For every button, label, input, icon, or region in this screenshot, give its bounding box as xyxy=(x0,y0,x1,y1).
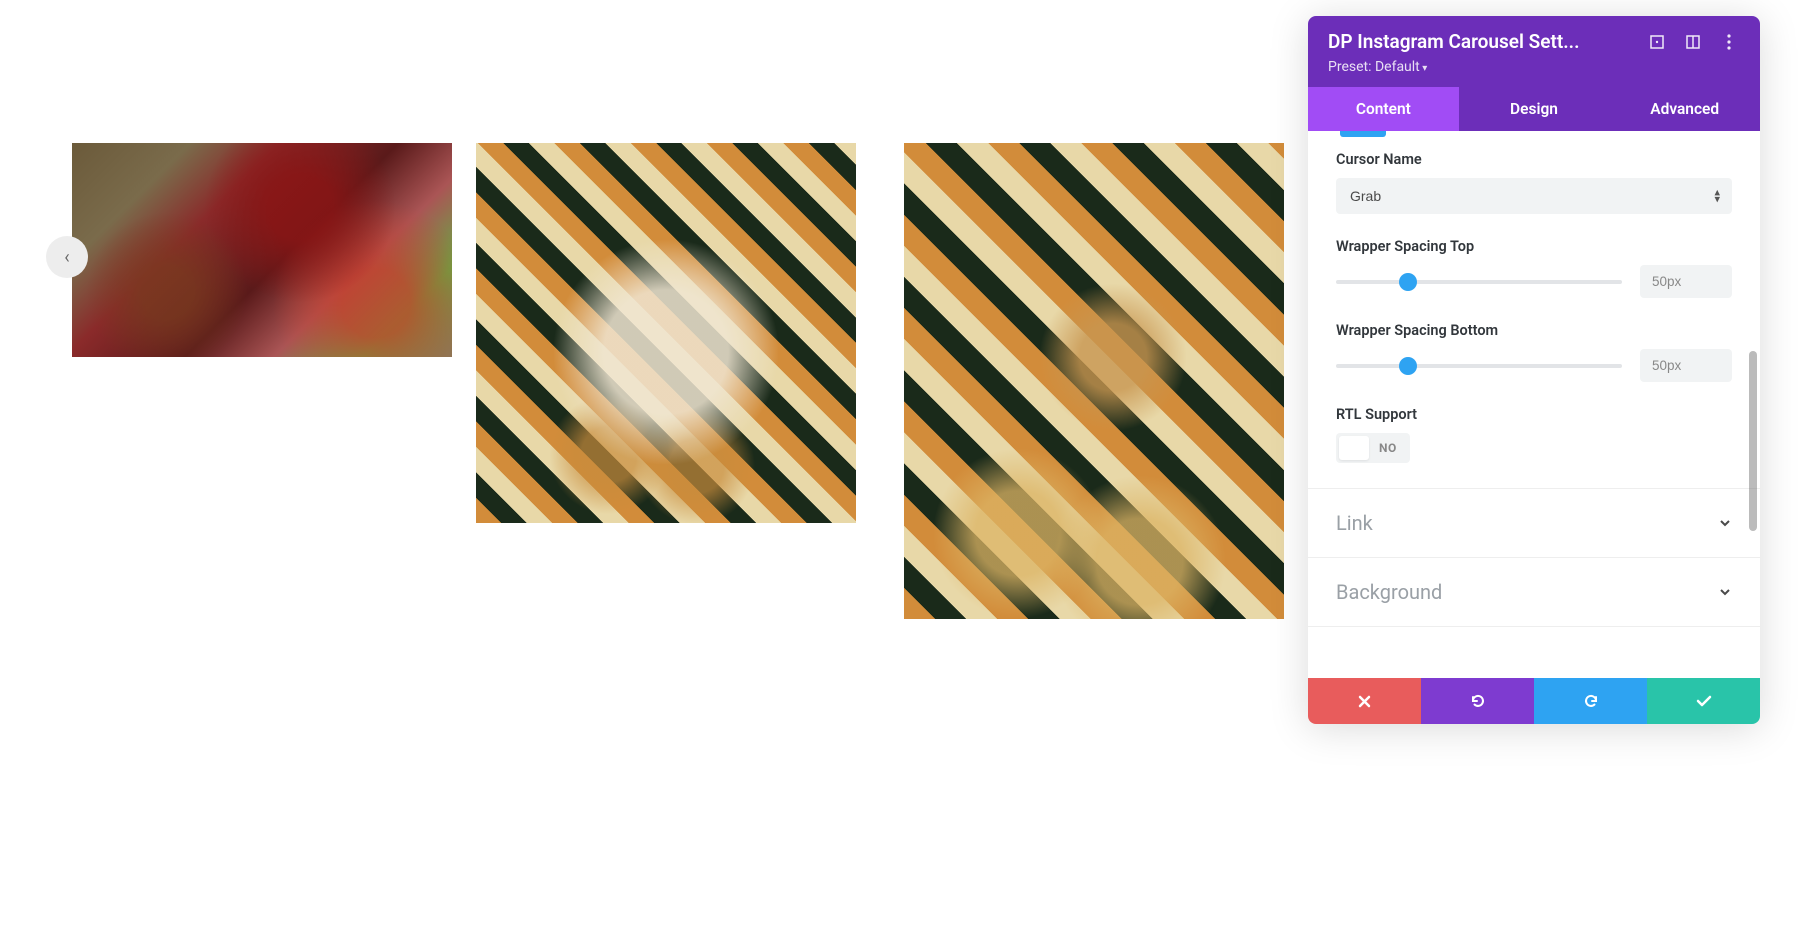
wrapper-bottom-slider[interactable] xyxy=(1336,364,1622,368)
panel-title: DP Instagram Carousel Sett... xyxy=(1328,30,1632,53)
wrapper-top-label: Wrapper Spacing Top xyxy=(1336,238,1732,255)
wrapper-top-value[interactable] xyxy=(1640,265,1732,298)
field-wrapper-spacing-top: Wrapper Spacing Top xyxy=(1336,238,1732,298)
slider-thumb[interactable] xyxy=(1399,357,1417,375)
accordion-link[interactable]: Link xyxy=(1308,488,1760,557)
panel-header[interactable]: DP Instagram Carousel Sett... Preset: De… xyxy=(1308,16,1760,87)
cursor-name-label: Cursor Name xyxy=(1336,151,1732,168)
carousel-image-2[interactable] xyxy=(476,143,856,523)
wrapper-bottom-label: Wrapper Spacing Bottom xyxy=(1336,322,1732,339)
field-wrapper-spacing-bottom: Wrapper Spacing Bottom xyxy=(1336,322,1732,382)
accordion-background-label: Background xyxy=(1336,580,1442,604)
field-rtl-support: RTL Support NO xyxy=(1336,406,1732,464)
panel-tabs: Content Design Advanced xyxy=(1308,87,1760,131)
slider-thumb[interactable] xyxy=(1399,273,1417,291)
carousel-image-1[interactable] xyxy=(72,143,452,357)
chevron-down-icon xyxy=(1718,516,1732,530)
rtl-label: RTL Support xyxy=(1336,406,1732,423)
accordion-background[interactable]: Background xyxy=(1308,557,1760,627)
chevron-left-icon: ‹ xyxy=(64,247,69,268)
tab-design[interactable]: Design xyxy=(1459,87,1610,131)
expand-icon[interactable] xyxy=(1646,31,1668,53)
toggle-knob xyxy=(1339,436,1369,460)
cursor-name-select[interactable] xyxy=(1336,178,1732,214)
redo-button[interactable] xyxy=(1534,678,1647,724)
panel-footer xyxy=(1308,678,1760,724)
wrapper-bottom-value[interactable] xyxy=(1640,349,1732,382)
field-cursor-name: Cursor Name ▴▾ xyxy=(1336,151,1732,214)
carousel-image-3[interactable] xyxy=(904,143,1284,619)
settings-panel: DP Instagram Carousel Sett... Preset: De… xyxy=(1308,16,1760,724)
undo-button[interactable] xyxy=(1421,678,1534,724)
preset-dropdown[interactable]: Preset: Default xyxy=(1328,59,1740,75)
more-menu-icon[interactable] xyxy=(1718,31,1740,53)
chevron-down-icon xyxy=(1718,585,1732,599)
wrapper-top-slider[interactable] xyxy=(1336,280,1622,284)
cancel-button[interactable] xyxy=(1308,678,1421,724)
toggle-state-label: NO xyxy=(1369,441,1407,455)
tab-advanced[interactable]: Advanced xyxy=(1609,87,1760,131)
save-button[interactable] xyxy=(1647,678,1760,724)
panel-body[interactable]: Cursor Name ▴▾ Wrapper Spacing Top Wrapp… xyxy=(1308,131,1760,678)
rtl-toggle[interactable]: NO xyxy=(1336,433,1410,463)
section-indicator xyxy=(1340,131,1386,137)
carousel-prev-button[interactable]: ‹ xyxy=(46,236,88,278)
tab-content[interactable]: Content xyxy=(1308,87,1459,131)
responsive-icon[interactable] xyxy=(1682,31,1704,53)
panel-scrollbar[interactable] xyxy=(1749,351,1757,531)
accordion-link-label: Link xyxy=(1336,511,1373,535)
